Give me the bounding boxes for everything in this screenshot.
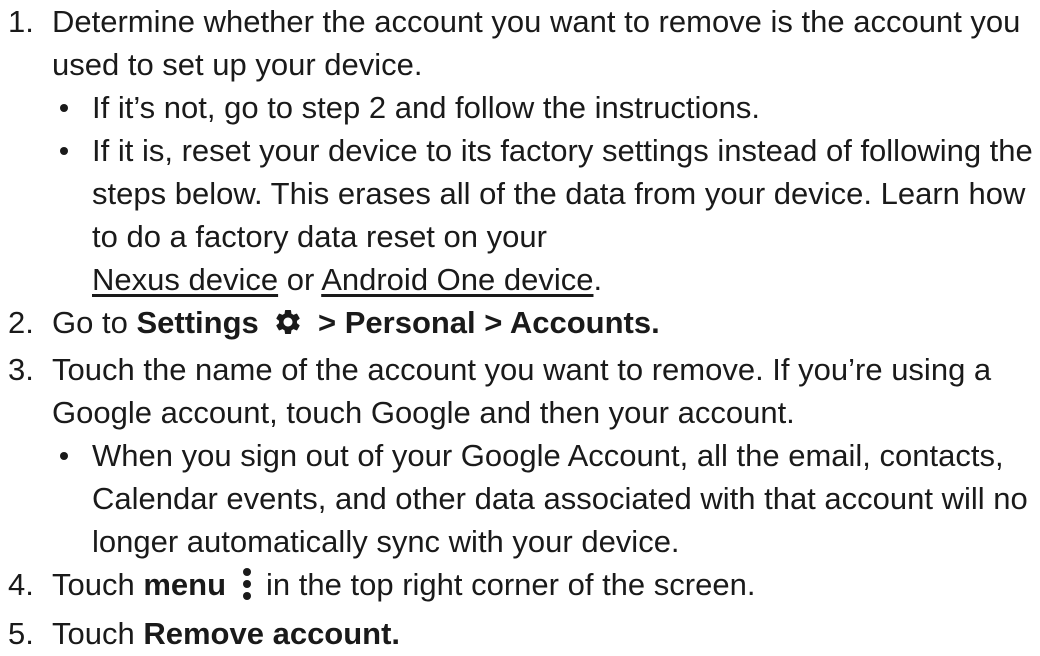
step-suffix: in the top right corner of the screen.: [266, 567, 756, 602]
android-one-device-link[interactable]: Android One device: [321, 262, 593, 297]
or-text: or: [286, 262, 315, 297]
nexus-device-link[interactable]: Nexus device: [92, 262, 278, 297]
step-number: 1.: [8, 4, 34, 39]
step-1: 1. Determine whether the account you wan…: [0, 0, 1040, 301]
bullet-text: If it is, reset your device to its facto…: [92, 133, 1033, 254]
steps-list: 1. Determine whether the account you wan…: [0, 0, 1040, 655]
period-text: .: [593, 262, 603, 297]
remove-account-label: Remove account.: [143, 616, 401, 651]
step-prefix: Touch: [52, 567, 135, 602]
step-number: 2.: [8, 305, 34, 340]
bullet-item: If it is, reset your device to its facto…: [52, 129, 1040, 301]
bullet-text: When you sign out of your Google Account…: [92, 438, 1028, 559]
step-4: 4. Touch menu in the top right corner of …: [0, 563, 1040, 612]
step-5: 5. Touch Remove account.: [0, 612, 1040, 655]
step-number: 5.: [8, 616, 34, 651]
step-3: 3. Touch the name of the account you wan…: [0, 348, 1040, 563]
step-text: Touch the name of the account you want t…: [52, 352, 992, 430]
step-number: 4.: [8, 567, 34, 602]
gear-icon: [273, 305, 303, 348]
step-3-bullets: When you sign out of your Google Account…: [52, 434, 1040, 563]
step-1-bullets: If it’s not, go to step 2 and follow the…: [52, 86, 1040, 301]
settings-path: > Personal > Accounts.: [318, 305, 660, 340]
step-prefix: Go to: [52, 305, 128, 340]
bullet-item: When you sign out of your Google Account…: [52, 434, 1040, 563]
bullet-item: If it’s not, go to step 2 and follow the…: [52, 86, 1040, 129]
settings-label: Settings: [136, 305, 259, 340]
menu-label: menu: [143, 567, 227, 602]
help-article: 1. Determine whether the account you wan…: [0, 0, 1040, 656]
step-text: Determine whether the account you want t…: [52, 4, 1021, 82]
bullet-text: If it’s not, go to step 2 and follow the…: [92, 90, 761, 125]
step-prefix: Touch: [52, 616, 135, 651]
step-2: 2. Go to Settings > Personal > Accounts.: [0, 301, 1040, 348]
step-number: 3.: [8, 352, 34, 387]
more-vertical-icon: [242, 567, 252, 612]
